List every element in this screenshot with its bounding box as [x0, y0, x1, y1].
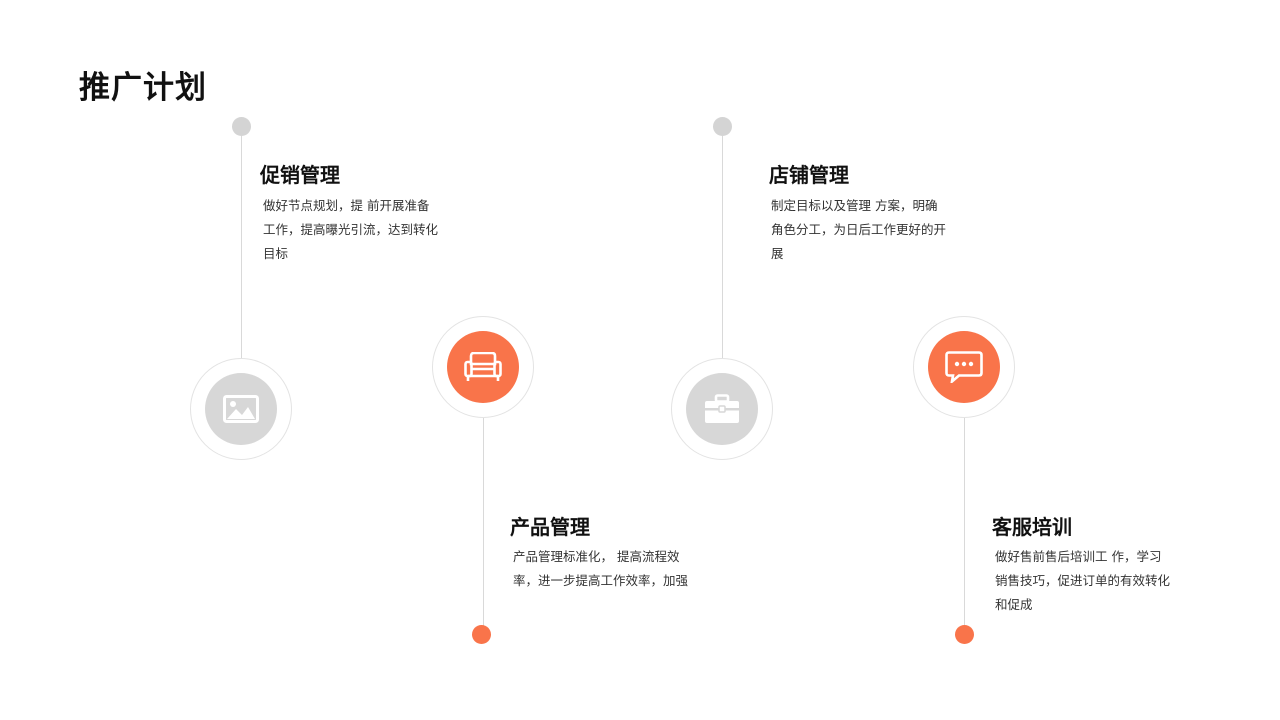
briefcase-icon	[705, 394, 739, 423]
sofa-icon	[464, 352, 502, 381]
promotion-description: 做好节点规划，提 前开展准备工作，提高曝光引流，达到转化目标	[263, 198, 439, 261]
promotion-title: 促销管理	[260, 163, 340, 187]
image-icon	[223, 395, 259, 423]
service-icon-disc	[928, 331, 1000, 403]
service-title: 客服培训	[992, 515, 1072, 539]
store-title: 店铺管理	[769, 163, 849, 187]
store-icon-disc	[686, 373, 758, 445]
page-title: 推广计划	[79, 70, 207, 106]
promotion-icon-disc	[205, 373, 277, 445]
service-description: 做好售前售后培训工 作，学习销售技巧，促进订单的有效转化和促成	[995, 549, 1171, 612]
chat-icon	[945, 351, 983, 383]
service-icon-badge	[913, 316, 1015, 418]
product-description: 产品管理标准化， 提高流程效率，进一步提高工作效率，加强	[513, 549, 689, 588]
timeline-connector-promotion	[241, 136, 242, 358]
product-icon-badge	[432, 316, 534, 418]
timeline-dot-product	[472, 625, 491, 644]
product-icon-disc	[447, 331, 519, 403]
store-description: 制定目标以及管理 方案，明确角色分工，为日后工作更好的开展	[771, 198, 947, 261]
timeline-dot-store	[713, 117, 732, 136]
slide: 推广计划 促销管理 做好节点规划，提 前开展准备工作，提高曝光引流，达到转化目标	[0, 0, 1280, 720]
timeline-dot-service	[955, 625, 974, 644]
store-icon-badge	[671, 358, 773, 460]
timeline-connector-store	[722, 136, 723, 358]
timeline-connector-product	[483, 418, 484, 626]
product-title: 产品管理	[510, 515, 590, 539]
timeline-dot-promotion	[232, 117, 251, 136]
timeline-connector-service	[964, 418, 965, 626]
promotion-icon-badge	[190, 358, 292, 460]
